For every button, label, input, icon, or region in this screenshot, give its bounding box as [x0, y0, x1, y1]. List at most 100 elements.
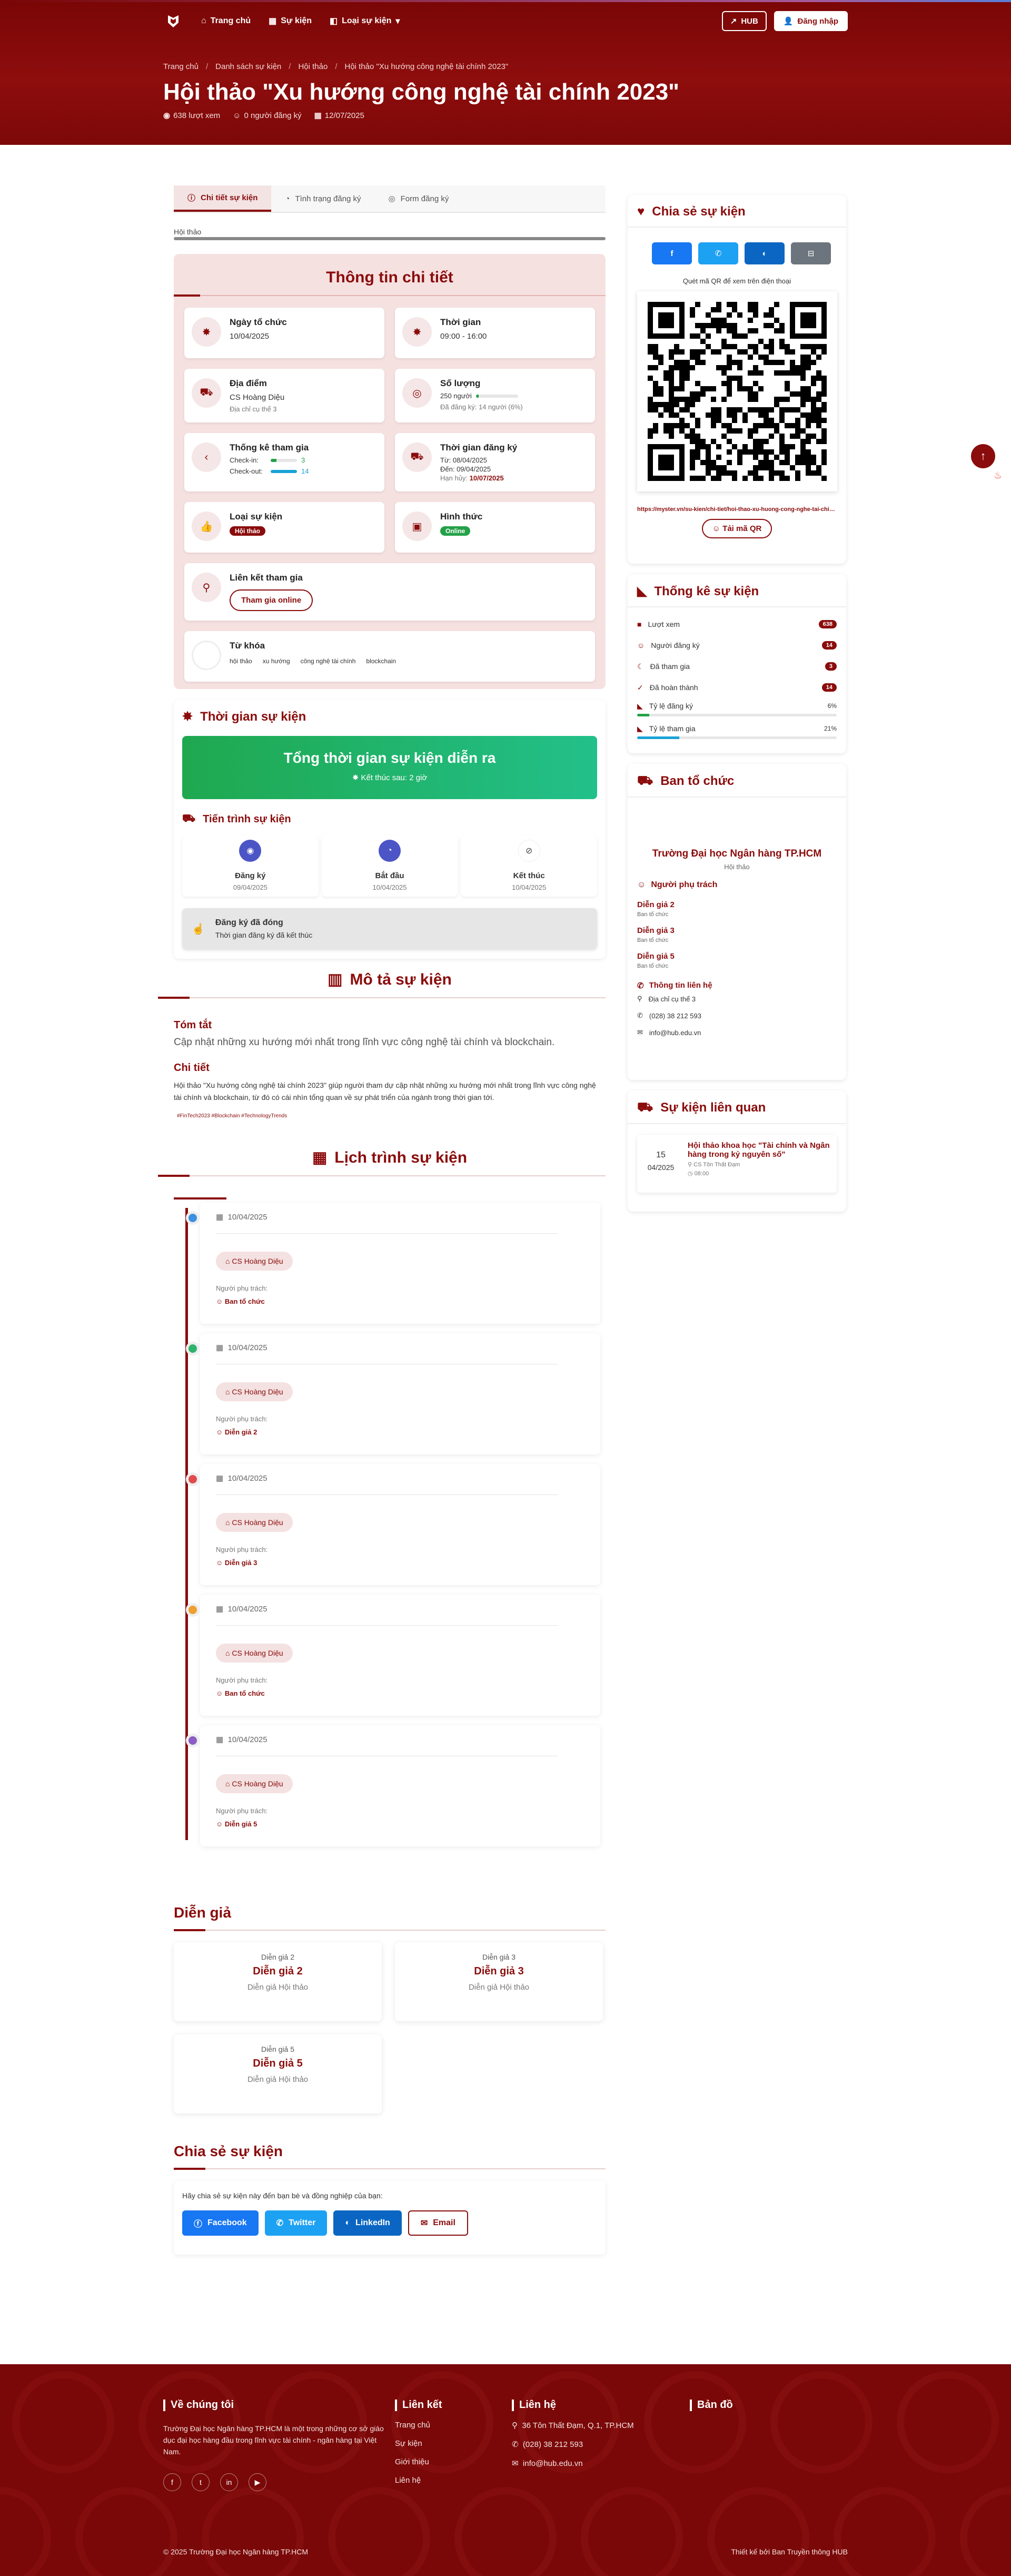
- facebook-button[interactable]: ⓕ Facebook: [182, 2210, 259, 2236]
- venue-text: CS Hoàng Diệu: [232, 1518, 283, 1527]
- stat-row: ■ Lượt xem 638: [637, 614, 837, 635]
- registration-closed-notice: ☝ Đăng ký đã đóng Thời gian đăng ký đã kế…: [182, 908, 597, 949]
- youtube-icon[interactable]: ▶: [249, 2473, 266, 2491]
- tab-details[interactable]: ⓘ Chi tiết sự kiện: [174, 185, 272, 212]
- bus-icon: ⛟: [182, 813, 196, 824]
- contact-address-text: Địa chỉ cụ thể 3: [648, 995, 696, 1003]
- venue-text: CS Hoàng Diệu: [232, 1649, 283, 1657]
- user-icon: ☺: [216, 1559, 223, 1567]
- description-rule: [158, 997, 606, 999]
- share-url[interactable]: https://myster.vn/su-kien/chi-tiet/hoi-t…: [637, 506, 837, 513]
- footer-about-text: Trường Đại học Ngân hàng TP.HCM là một t…: [163, 2424, 384, 2456]
- keywords-label: Từ khóa: [230, 641, 265, 651]
- nav-home[interactable]: ⌂ Trang chủ: [201, 16, 251, 26]
- speaker-card[interactable]: Diễn giả 5 Diễn giả 5 Diễn giả Hội thảo: [174, 2034, 382, 2113]
- nav-events[interactable]: ▦ Sự kiện: [269, 16, 312, 26]
- attendance-card: ‹ Thống kê tham gia Check-in: 3 Check-out…: [184, 433, 384, 491]
- keyword-tag[interactable]: xu hướng: [263, 657, 290, 665]
- stat-row: ☺ Người đăng ký 14: [637, 635, 837, 656]
- clock-icon: ✸: [352, 773, 359, 782]
- checkout-bar: [271, 469, 297, 473]
- twitter-icon[interactable]: t: [192, 2473, 210, 2491]
- schedule-item: ▦ 10/04/2025 ⌂ CS Hoàng Diệu Người phụ trá…: [186, 1333, 600, 1454]
- person-name: Ban tổ chức: [224, 1297, 265, 1305]
- info-title: Thông tin chi tiết: [326, 269, 453, 286]
- nav-event-types[interactable]: ◧ Loại sự kiện ▾: [330, 16, 400, 26]
- breadcrumb-list[interactable]: Danh sách sự kiện: [215, 62, 281, 71]
- description-title: Mô tả sự kiện: [350, 970, 452, 988]
- keyword-tag[interactable]: hội thảo: [230, 657, 252, 665]
- stat-value: 638: [818, 620, 837, 628]
- reg-deadline-label: Hạn hủy:: [440, 474, 468, 482]
- join-online-button[interactable]: Tham gia online: [230, 589, 313, 611]
- venue-text: CS Hoàng Diệu: [232, 1388, 283, 1396]
- footer-link[interactable]: Sự kiện: [395, 2439, 442, 2448]
- keyword-tag[interactable]: công nghệ tài chính: [301, 657, 356, 665]
- building-icon: ⌂: [225, 1649, 230, 1657]
- step-name: Kết thúc: [513, 871, 545, 880]
- calendar-icon: ▦: [312, 1149, 328, 1166]
- type-badge: Hội thảo: [230, 526, 265, 536]
- reg-rate-bar: [637, 714, 837, 716]
- building-icon: ⌂: [225, 1518, 230, 1527]
- related-date: 15 04/2025: [642, 1141, 679, 1186]
- footer-link[interactable]: Trang chủ: [395, 2421, 442, 2430]
- org-date-value: 10/04/2025: [230, 332, 270, 341]
- scroll-top-button[interactable]: ↑: [971, 444, 995, 468]
- facebook-icon[interactable]: f: [163, 2473, 181, 2491]
- share-text: Hãy chia sẻ sự kiện này đến bạn bè và đồ…: [182, 2191, 383, 2200]
- linkedin-button[interactable]: ◐ LinkedIn: [333, 2210, 402, 2236]
- twitter-icon[interactable]: ✆: [698, 242, 738, 264]
- speaker-card[interactable]: Diễn giả 3 Diễn giả 3 Diễn giả Hội thảo: [395, 1942, 603, 2021]
- stat-value: 14: [821, 641, 837, 650]
- keyword-tag[interactable]: blockchain: [366, 657, 396, 665]
- linkedin-icon[interactable]: in: [220, 2473, 238, 2491]
- timeline-dot: [186, 1211, 200, 1225]
- footer-address: 36 Tôn Thất Đạm, Q.1, TP.HCM: [522, 2421, 634, 2430]
- checkin-bar: [271, 458, 297, 462]
- twitter-button[interactable]: ✆ Twitter: [264, 2210, 328, 2236]
- footer-link[interactable]: Liên hệ: [395, 2476, 442, 2485]
- joined-icon: ☾: [637, 662, 644, 671]
- download-qr-button[interactable]: ☺ Tải mã QR: [701, 519, 772, 538]
- quantity-card: ◎ Số lượng 250 người Đã đăng ký: 14 ngườ…: [395, 369, 595, 422]
- stat-row: ☾ Đã tham gia 3: [637, 656, 837, 677]
- category-divider: Hội thảo: [174, 228, 606, 240]
- tab-registration-status[interactable]: ◔ Tình trạng đăng ký: [271, 185, 374, 212]
- facebook-icon[interactable]: f: [652, 242, 692, 264]
- breadcrumb-category[interactable]: Hội thảo: [298, 62, 328, 71]
- linkedin-icon[interactable]: ◐: [745, 242, 785, 264]
- related-event[interactable]: 15 04/2025 Hội thảo khoa học "Tài chính …: [637, 1135, 837, 1193]
- breadcrumb-current: Hội thảo "Xu hướng công nghệ tài chính 2…: [344, 62, 509, 71]
- twitter-label: Twitter: [289, 2218, 316, 2227]
- email-button[interactable]: ✉ Email: [408, 2210, 468, 2236]
- timeline-dot: [186, 1734, 200, 1747]
- logo[interactable]: [163, 11, 183, 31]
- qr-icon: ☺: [712, 524, 720, 533]
- fire-icon: ♨: [994, 470, 1003, 480]
- chart-icon: ◣: [637, 584, 647, 598]
- copy-link-icon[interactable]: ⊟: [791, 242, 831, 264]
- organizer-name: Trường Đại học Ngân hàng TP.HCM: [652, 848, 822, 859]
- person-name: Diễn giả 2: [224, 1428, 257, 1436]
- footer-link[interactable]: Giới thiệu: [395, 2457, 442, 2466]
- calendar-icon: ▦: [314, 111, 322, 120]
- chart-icon: ◣: [637, 724, 643, 733]
- tab-registration-form[interactable]: ◎ Form đăng ký: [375, 185, 463, 212]
- building-icon: ⌂: [225, 1779, 230, 1788]
- nav-event-types-label: Loại sự kiện: [342, 16, 392, 25]
- nav-events-label: Sự kiện: [281, 16, 312, 25]
- login-button[interactable]: 👤 Đăng nhập: [774, 11, 848, 31]
- footer-email[interactable]: info@hub.edu.vn: [523, 2459, 583, 2468]
- footer-contact-title: Liên hệ: [519, 2399, 557, 2411]
- clock-icon: ✸: [402, 317, 432, 347]
- person-role: Ban tổ chức: [637, 937, 669, 943]
- hub-button[interactable]: ↗ HUB: [721, 11, 767, 31]
- footer-pattern: [0, 2371, 1011, 2576]
- contact-email-text[interactable]: info@hub.edu.vn: [649, 1029, 701, 1037]
- breadcrumb-home[interactable]: Trang chủ: [163, 62, 199, 71]
- email-icon: ✉: [420, 2219, 428, 2228]
- speaker-card[interactable]: Diễn giả 2 Diễn giả 2 Diễn giả Hội thảo: [174, 1942, 382, 2021]
- place-label: Địa điểm: [230, 378, 267, 388]
- organizer-rule: [628, 797, 846, 798]
